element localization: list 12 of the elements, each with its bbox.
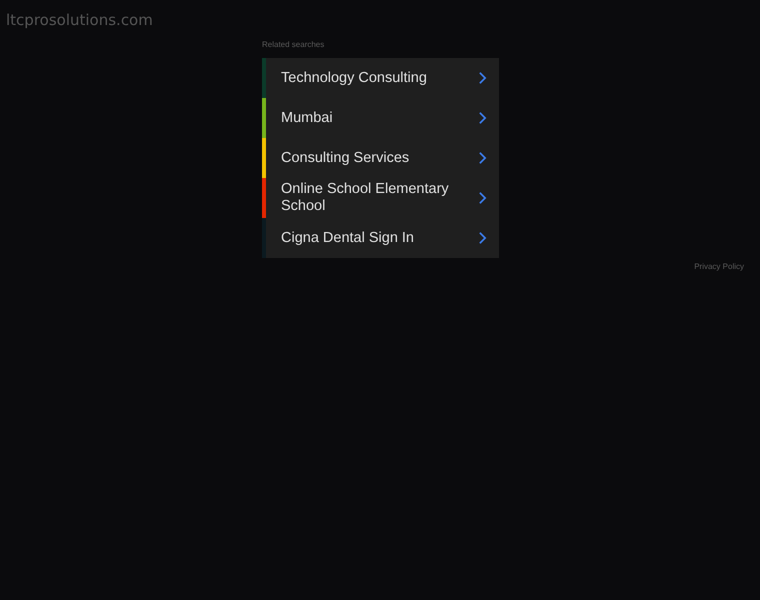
search-link[interactable]: Online School Elementary School bbox=[262, 178, 499, 218]
search-link[interactable]: Consulting Services bbox=[262, 138, 499, 178]
section-heading: Related searches bbox=[262, 40, 326, 49]
site-title: ltcprosolutions.com bbox=[6, 11, 153, 29]
chevron-icon bbox=[478, 71, 487, 85]
search-link[interactable]: Technology Consulting bbox=[262, 58, 499, 98]
chevron-icon bbox=[478, 191, 487, 205]
chevron-icon bbox=[478, 151, 487, 165]
search-link[interactable]: Mumbai bbox=[262, 98, 499, 138]
search-link[interactable]: Cigna Dental Sign In bbox=[262, 218, 499, 258]
chevron-icon bbox=[478, 111, 487, 125]
chevron-icon bbox=[478, 231, 487, 245]
